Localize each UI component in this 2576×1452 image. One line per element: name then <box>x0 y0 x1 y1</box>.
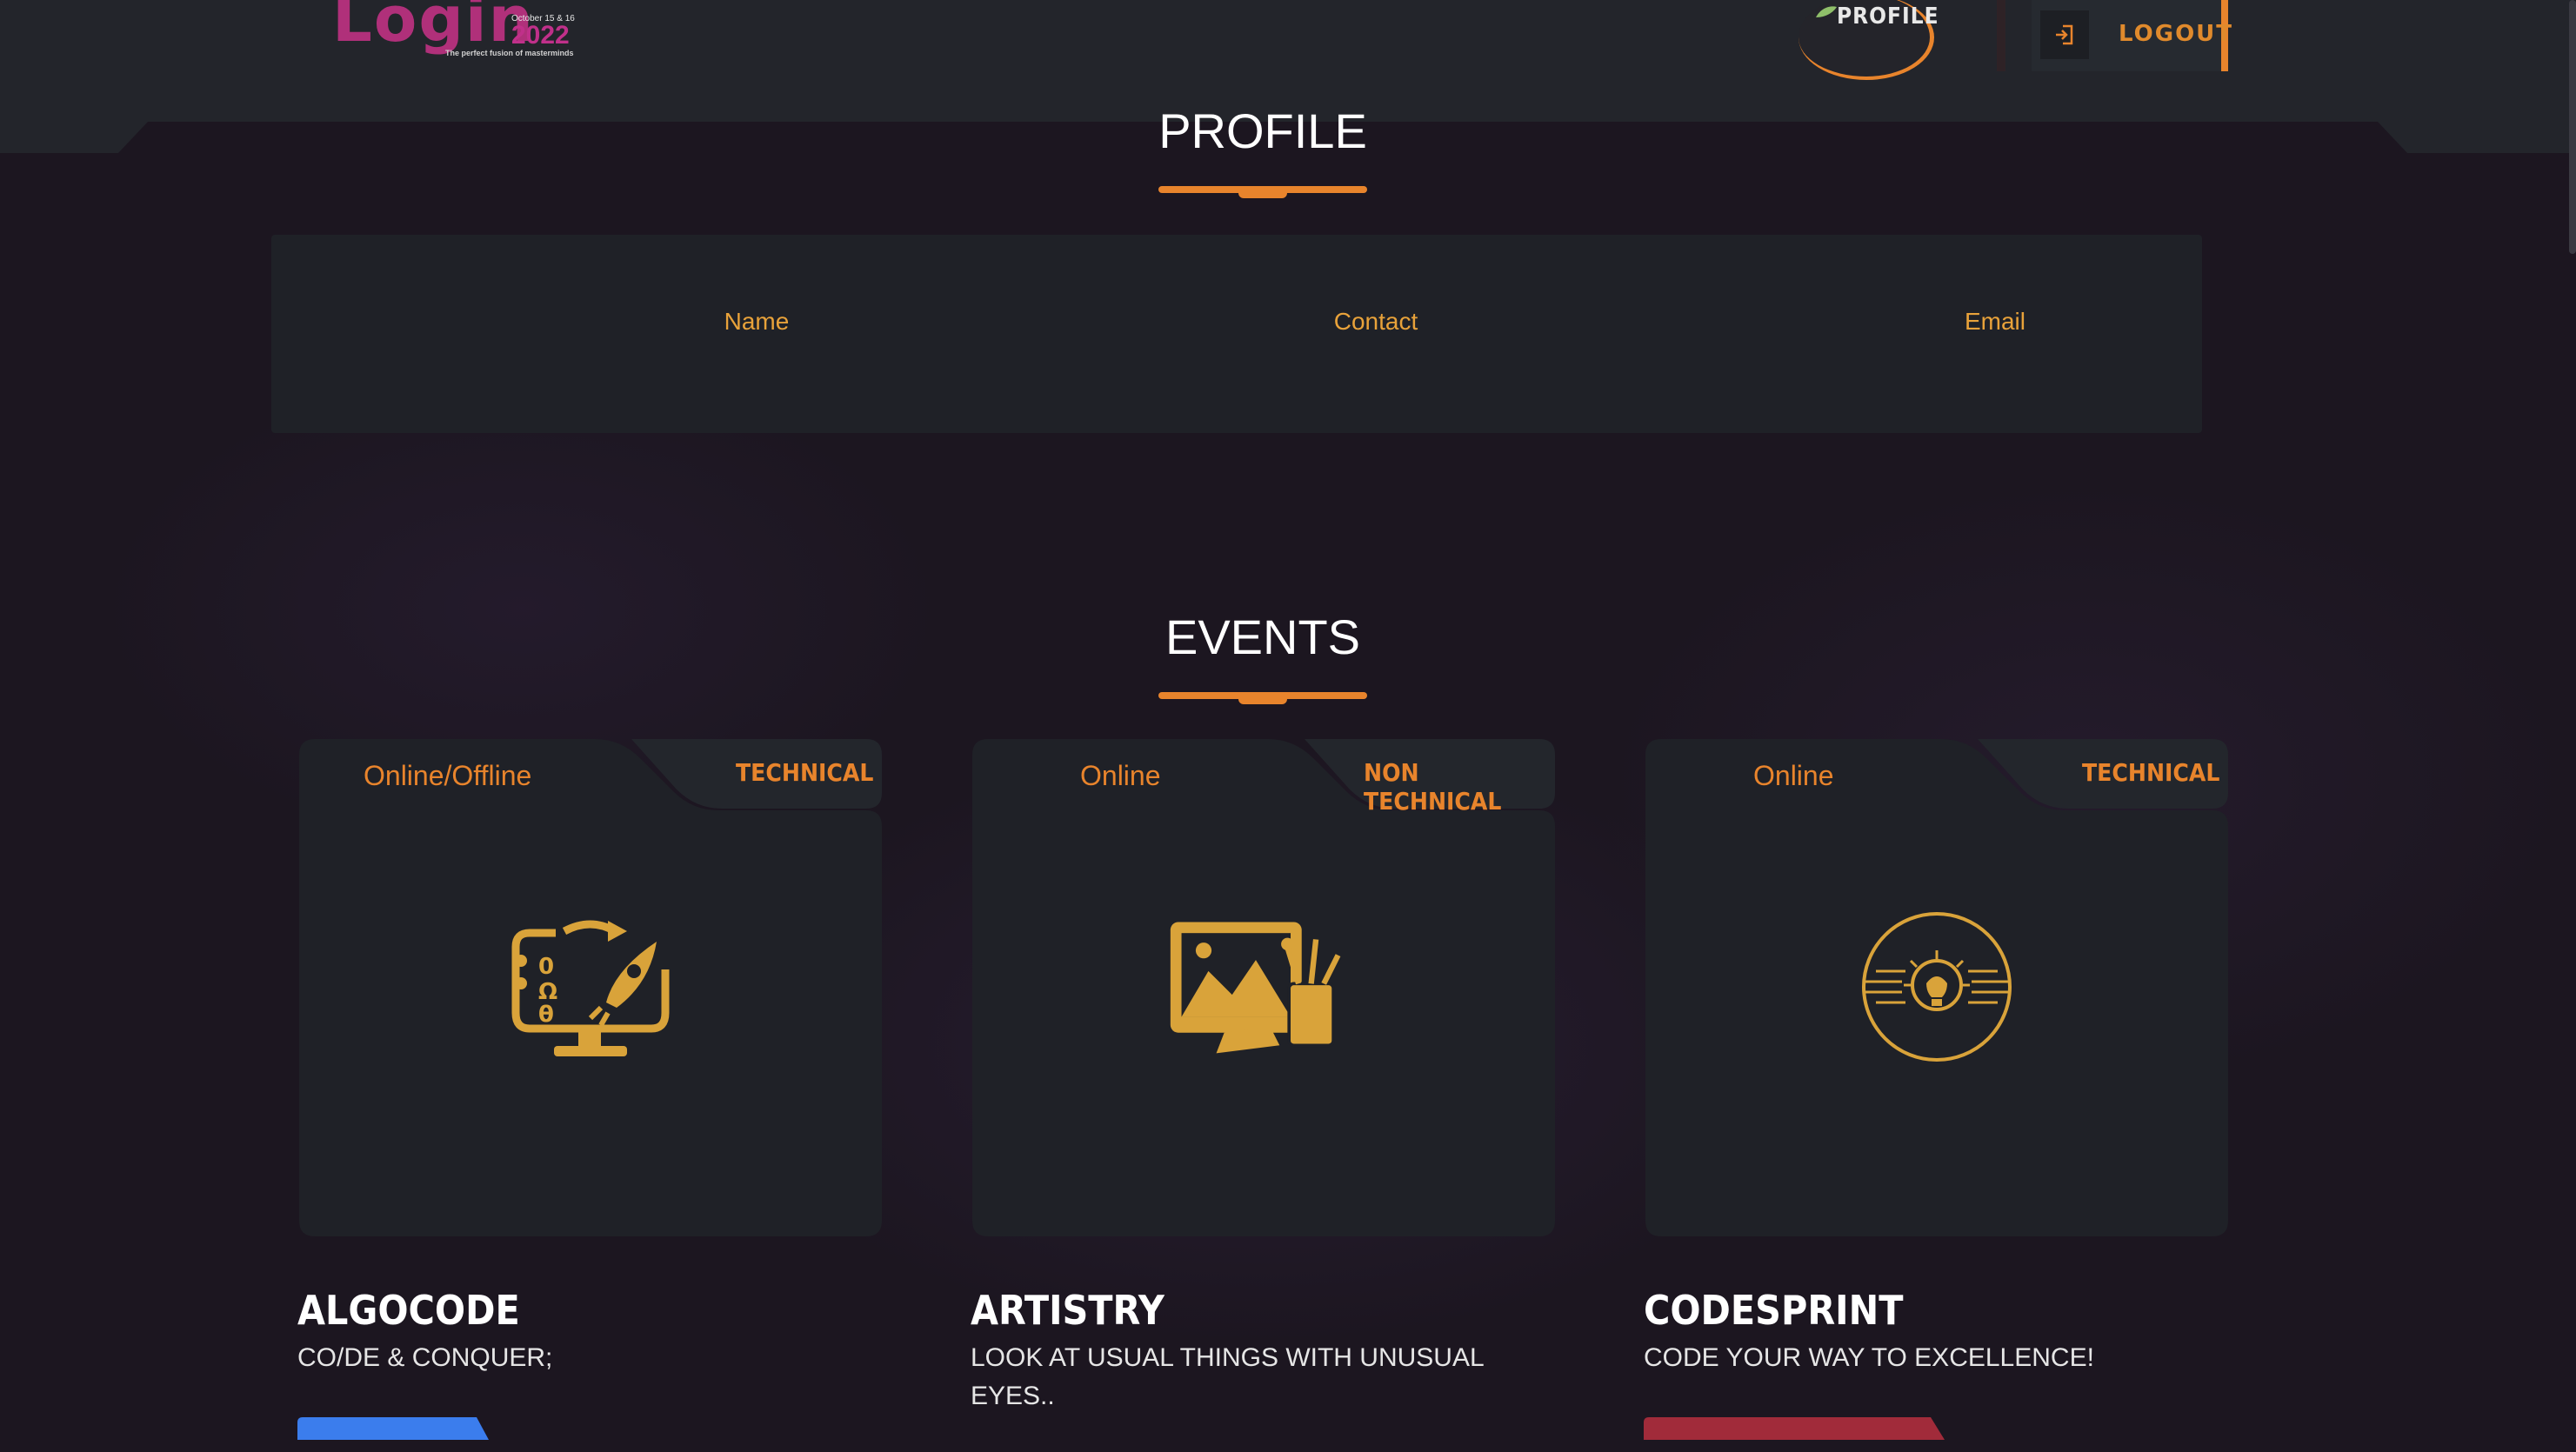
profile-table: Name Contact Email <box>271 235 2202 433</box>
logo-tagline: The perfect fusion of masterminds <box>445 49 574 57</box>
event-title-artistry: ARTISTRY <box>971 1287 1165 1334</box>
event-tagline-algocode: CO/DE & CONQUER; <box>297 1343 553 1372</box>
event-mode: Online <box>1753 760 1834 791</box>
event-card-codesprint[interactable]: Online TECHNICAL <box>1645 739 2228 1236</box>
event-card-artistry[interactable]: Online NON TECHNICAL <box>972 739 1555 1236</box>
profile-column-name: Name <box>724 308 790 335</box>
event-tagline-codesprint: CODE YOUR WAY TO EXCELLENCE! <box>1644 1343 2094 1372</box>
profile-button-label: PROFILE <box>1837 3 1939 30</box>
events-title-underline-nub <box>1238 696 1287 704</box>
svg-text:θ: θ <box>538 1002 554 1028</box>
event-tagline-artistry: LOOK AT USUAL THINGS WITH UNUSUAL EYES.. <box>971 1343 1484 1410</box>
profile-section-title: PROFILE <box>1158 103 1367 158</box>
logo-year: 2022 <box>511 21 570 50</box>
event-title-codesprint: CODESPRINT <box>1644 1287 1904 1334</box>
profile-column-contact: Contact <box>1333 308 1418 335</box>
codesprint-register-button[interactable] <box>1644 1417 1957 1452</box>
event-title-algocode: ALGOCODE <box>297 1287 520 1334</box>
event-card-algocode[interactable]: Online/Offline TECHNICAL 0 Ω θ <box>299 739 882 1236</box>
logout-icon <box>2040 10 2089 59</box>
profile-title-underline-nub <box>1238 190 1287 198</box>
algocode-register-button[interactable] <box>297 1417 497 1452</box>
scrollbar-thumb[interactable] <box>2569 0 2576 254</box>
logo-word: Login <box>332 0 535 56</box>
event-mode: Online/Offline <box>364 760 532 791</box>
event-category: TECHNICAL <box>736 758 874 787</box>
event-category: NON TECHNICAL <box>1364 758 1502 816</box>
nav-divider <box>1997 0 2005 71</box>
logout-button[interactable]: LOGOUT <box>2032 0 2232 71</box>
events-section-title: EVENTS <box>1165 609 1361 664</box>
event-mode: Online <box>1080 760 1161 791</box>
login-2022-logo[interactable]: Login October 15 & 16 2022 The perfect f… <box>332 0 576 80</box>
code-rocket-icon: 0 Ω θ <box>511 920 670 1056</box>
svg-text:0: 0 <box>538 954 554 980</box>
leaf-icon <box>1816 6 1837 17</box>
art-monitor-icon <box>1170 922 1341 1054</box>
lightbulb-speed-icon <box>1862 912 2012 1062</box>
logout-label: LOGOUT <box>2119 21 2234 47</box>
profile-column-email: Email <box>1964 308 2025 335</box>
event-category: TECHNICAL <box>2082 758 2220 787</box>
